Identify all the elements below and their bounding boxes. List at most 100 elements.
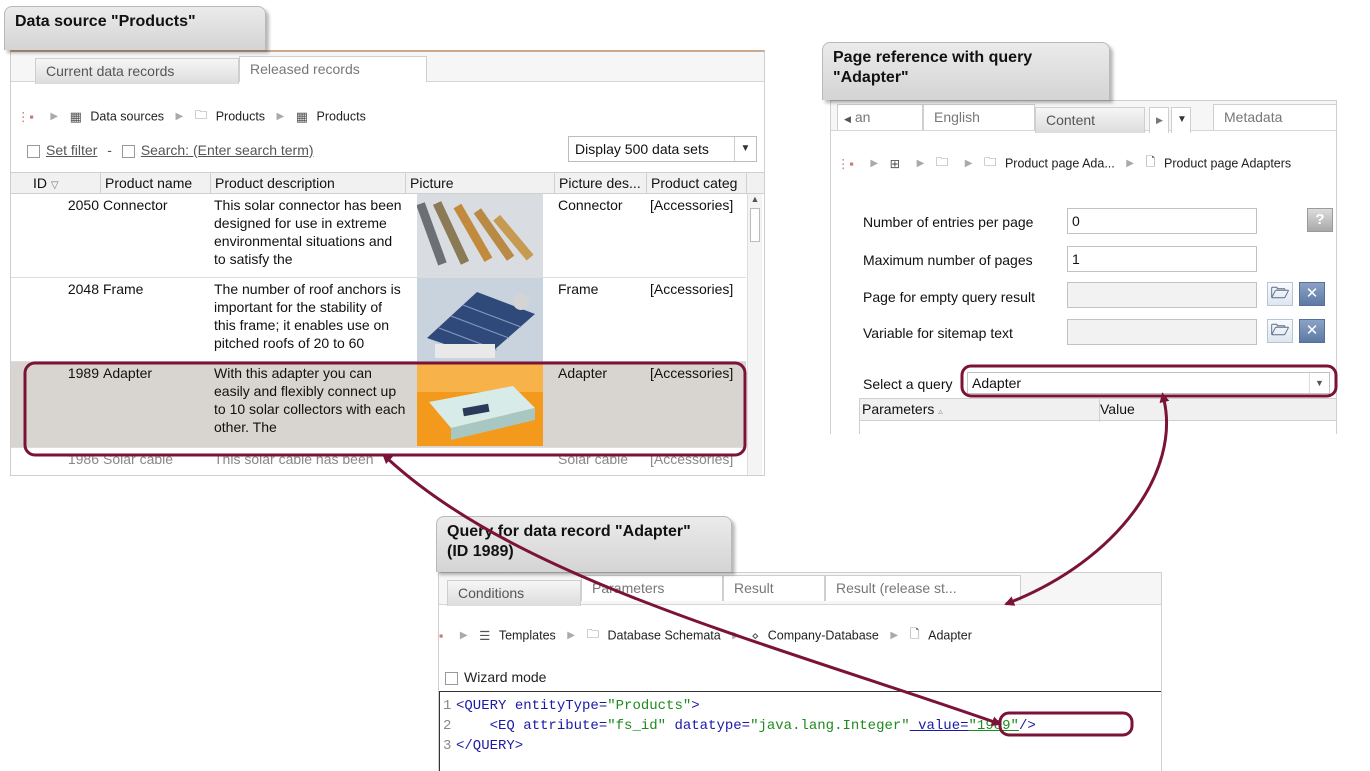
breadcrumb-database-schemata[interactable]: Database Schemata: [607, 629, 720, 643]
tab-conditions[interactable]: Conditions: [447, 580, 581, 606]
code-line-1: 1 <QUERY entityType="Products">: [440, 696, 1161, 716]
col-picture[interactable]: Picture: [406, 173, 555, 193]
parameters-header: Parameters ▵ Value: [860, 399, 1336, 422]
select-query-value: Adapter: [972, 375, 1022, 391]
breadcrumb-data-sources[interactable]: Data sources: [90, 110, 164, 124]
breadcrumb: ⋮▪ ▶ ⊞ ▶ 🗀 ▶ 🗀 Product page Ada... ▶ 🗋 P…: [837, 153, 1291, 174]
empty-result-page-input[interactable]: [1067, 282, 1257, 308]
chevron-right-icon: ▶: [459, 630, 468, 641]
table-row[interactable]: 2048 Frame The number of roof anchors is…: [11, 278, 746, 362]
set-filter-checkbox[interactable]: [27, 144, 40, 158]
cell-name: Connector: [103, 197, 168, 213]
table-row-selected[interactable]: 1989 Adapter With this adapter you can e…: [11, 362, 746, 448]
tab-dropdown[interactable]: ▼: [1171, 107, 1191, 133]
query-code-editor[interactable]: 1 <QUERY entityType="Products"> 2 <EQ att…: [439, 691, 1161, 771]
breadcrumb-templates[interactable]: Templates: [499, 629, 556, 643]
schema-icon: ⋄: [751, 629, 760, 643]
code-token: </QUERY>: [456, 738, 524, 754]
breadcrumb: ⋮▪ ▶ ▦ Data sources ▶ 🗀 Products ▶ ▦ Pro…: [17, 106, 366, 127]
col-product-description[interactable]: Product description: [211, 173, 406, 193]
code-token: />: [1018, 718, 1036, 734]
cell-category: [Accessories]: [650, 451, 734, 467]
tab-result-release[interactable]: Result (release st...: [825, 575, 1021, 601]
product-image-connector: [416, 194, 543, 278]
open-folder-icon[interactable]: 🗁: [1267, 282, 1293, 306]
col-id[interactable]: ID ▽: [29, 173, 101, 193]
tab-parameters[interactable]: Parameters: [581, 575, 723, 601]
sort-icon: ▽: [50, 180, 59, 191]
empty-result-page-label: Page for empty query result: [863, 289, 1035, 305]
select-query-label: Select a query: [863, 376, 953, 392]
page-reference-panel: ◀ an English Content ▶ ▼ Metadata ⋮▪ ▶ ⊞…: [830, 100, 1337, 434]
chevron-right-icon: ▶: [870, 158, 879, 169]
col-parameters[interactable]: Parameters ▵: [862, 399, 1100, 422]
tab-an[interactable]: ◀ an: [837, 104, 923, 130]
wizard-mode-checkbox[interactable]: [445, 671, 458, 685]
breadcrumb-company-database[interactable]: Company-Database: [768, 629, 879, 643]
clear-icon[interactable]: ✕: [1299, 319, 1325, 343]
search-checkbox[interactable]: [121, 144, 135, 158]
scroll-thumb[interactable]: [750, 208, 760, 242]
tree-icon: ▪: [439, 628, 444, 643]
search-link[interactable]: Search: (Enter search term): [141, 142, 314, 158]
select-query-dropdown[interactable]: Adapter ▼: [967, 372, 1330, 394]
breadcrumb-adapter[interactable]: Adapter: [928, 629, 972, 643]
set-filter-link[interactable]: Set filter: [46, 142, 97, 158]
code-line-2: 2 <EQ attribute="fs_id" datatype="java.l…: [440, 716, 1161, 736]
entries-per-page-input[interactable]: 0: [1067, 208, 1257, 234]
chevron-down-icon: ▼: [1177, 114, 1187, 125]
sitemap-variable-label: Variable for sitemap text: [863, 325, 1013, 341]
open-folder-icon[interactable]: 🗁: [1267, 319, 1293, 343]
tab-metadata[interactable]: Metadata: [1213, 104, 1336, 130]
table-row[interactable]: 2050 Connector This solar connector has …: [11, 194, 746, 278]
scroll-up-icon[interactable]: ▲: [748, 194, 762, 208]
breadcrumb-product-page[interactable]: Product page Adapters: [1164, 157, 1291, 171]
cell-id: 2048: [67, 281, 99, 297]
tab-released-records[interactable]: Released records: [239, 56, 427, 82]
folder-icon: 🗀: [983, 155, 997, 169]
clear-icon[interactable]: ✕: [1299, 282, 1325, 306]
col-picture-description[interactable]: Picture des...: [555, 173, 647, 193]
grid-scrollbar[interactable]: ▲: [747, 194, 762, 475]
panel-title-line2: (ID 1989): [447, 543, 514, 560]
scroll-left-icon[interactable]: ◀: [844, 114, 851, 124]
help-icon[interactable]: ?: [1307, 208, 1333, 232]
table-row[interactable]: 1986 Solar cable This solar cable has be…: [11, 448, 746, 475]
code-token: "java.lang.Integer": [750, 718, 910, 734]
breadcrumb-products[interactable]: Products: [317, 110, 366, 124]
page-icon: 🗋: [1145, 155, 1156, 169]
tree-icon: ⋮▪: [837, 157, 854, 171]
panel-title-data-source: Data source "Products": [4, 6, 266, 50]
sort-icon: ▵: [938, 406, 943, 416]
max-pages-input[interactable]: 1: [1067, 246, 1257, 272]
col-product-name[interactable]: Product name: [101, 173, 211, 193]
breadcrumb-product-page-folder[interactable]: Product page Ada...: [1005, 157, 1115, 171]
code-token: "fs_id": [607, 718, 667, 734]
chevron-right-icon: ▶: [890, 630, 899, 641]
chevron-right-icon: ▶: [567, 630, 575, 641]
tab-english[interactable]: English: [923, 104, 1035, 130]
panel-title-query: Query for data record "Adapter" (ID 1989…: [436, 516, 732, 572]
grid-header: ID ▽ Product name Product description Pi…: [11, 172, 764, 194]
chevron-right-icon: ▶: [276, 111, 285, 122]
chevron-right-icon: ▶: [50, 111, 59, 122]
cell-name: Frame: [103, 281, 144, 297]
entries-per-page-label: Number of entries per page: [863, 214, 1034, 230]
code-token: entityType=: [514, 698, 608, 714]
chevron-right-icon: ▶: [916, 158, 925, 169]
tab-result[interactable]: Result: [723, 575, 825, 601]
display-count-select[interactable]: Display 500 data sets ▼: [568, 136, 757, 162]
tab-current-data-records[interactable]: Current data records: [35, 58, 239, 84]
wizard-mode-label: Wizard mode: [464, 669, 547, 685]
col-value[interactable]: Value: [1100, 399, 1135, 420]
cell-picture-description: Frame: [558, 281, 599, 297]
sitemap-variable-input[interactable]: [1067, 319, 1257, 345]
tab-scroll-right[interactable]: ▶: [1149, 107, 1169, 133]
cell-picture-description: Connector: [558, 197, 623, 213]
breadcrumb-products-folder[interactable]: Products: [216, 110, 265, 124]
tab-content[interactable]: Content: [1035, 107, 1145, 133]
folder-icon: 🗀: [194, 108, 208, 122]
code-token: value=: [909, 718, 969, 734]
col-product-category[interactable]: Product categ: [647, 173, 747, 193]
